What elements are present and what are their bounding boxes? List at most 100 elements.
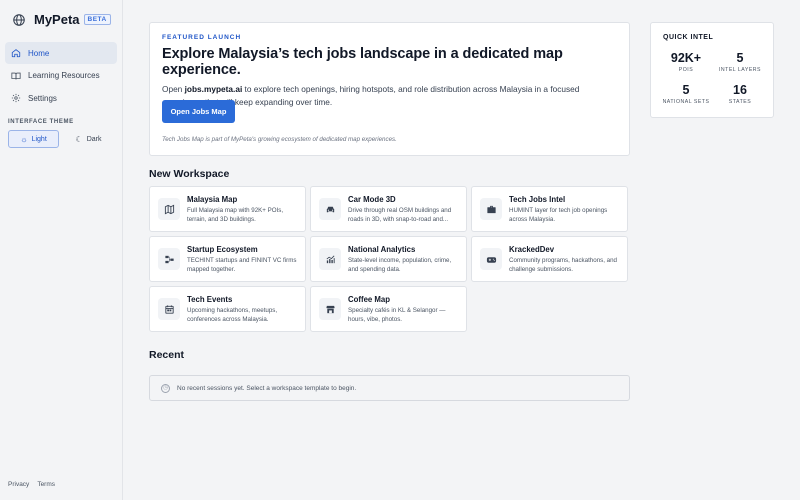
- car-icon: [326, 206, 334, 212]
- workspace-tile-car-mode-3d[interactable]: Car Mode 3D Drive through real OSM buildi…: [310, 186, 467, 232]
- tile-desc: Drive through real OSM buildings and roa…: [348, 207, 452, 223]
- workspace-tile-tech-jobs-intel[interactable]: Tech Jobs Intel HUMINT layer for tech job…: [471, 186, 628, 232]
- tile-desc: State-level income, population, crime, a…: [348, 257, 452, 273]
- theme-label: INTERFACE THEME: [8, 119, 74, 125]
- tile-icon-box: [319, 248, 341, 270]
- recent-empty-text: No recent sessions yet. Select a workspa…: [177, 384, 357, 392]
- tile-icon-box: [158, 198, 180, 220]
- tile-title: Startup Ecosystem: [187, 245, 258, 254]
- tile-text: Startup Ecosystem TECHINT startups and FI…: [187, 245, 299, 273]
- tile-icon-box: [480, 248, 502, 270]
- map-icon: [164, 204, 174, 214]
- tile-icon-box: [319, 298, 341, 320]
- tile-text: Car Mode 3D Drive through real OSM buildi…: [348, 195, 460, 223]
- featured-kicker: FEATURED LAUNCH: [162, 34, 242, 41]
- workspace-tile-coffee-map[interactable]: Coffee Map Specialty cafés in KL & Selang…: [310, 286, 467, 332]
- tile-desc: Specialty cafés in KL & Selangor — hours…: [348, 307, 446, 323]
- calendar-icon: [164, 304, 174, 314]
- moon-icon: ☾: [75, 134, 83, 144]
- recent-title: Recent: [149, 349, 185, 361]
- theme-toggle: ☼ Light ☾ Dark: [8, 130, 114, 148]
- workspace-tile-malaysia-map[interactable]: Malaysia Map Full Malaysia map with 92K+ …: [149, 186, 306, 232]
- theme-light-label: Light: [31, 135, 47, 143]
- tile-title: Car Mode 3D: [348, 195, 396, 204]
- tile-text: KrackedDev Community programs, hackathons…: [509, 245, 621, 273]
- tile-text: Coffee Map Specialty cafés in KL & Selang…: [348, 295, 460, 323]
- briefcase-icon: [486, 205, 496, 213]
- hero-title: Explore Malaysia’s tech jobs landscape i…: [162, 46, 563, 78]
- tile-text: Tech Events Upcoming hackathons, meetups,…: [187, 295, 299, 323]
- stat-label: NATIONAL SETS: [662, 99, 710, 105]
- stat-value: 5: [736, 51, 744, 65]
- theme-light-button[interactable]: ☼ Light: [8, 130, 59, 148]
- tile-icon-box: [480, 198, 502, 220]
- jobs-link[interactable]: jobs.mypeta.ai: [185, 84, 243, 94]
- recent-empty-state: ◷ No recent sessions yet. Select a works…: [149, 375, 630, 401]
- network-icon: [164, 255, 174, 263]
- beta-badge: BETA: [83, 14, 111, 25]
- stat-intel-layers: 5 INTEL LAYERS: [709, 51, 771, 73]
- gear-icon: [11, 93, 21, 103]
- hero-desc-prefix: Open: [162, 84, 185, 94]
- stat-value: 92K+: [670, 51, 702, 65]
- sidebar-item-settings[interactable]: Settings: [5, 87, 117, 109]
- sidebar-item-label: Settings: [28, 93, 57, 103]
- tile-title: National Analytics: [348, 245, 416, 254]
- tile-text: Tech Jobs Intel HUMINT layer for tech job…: [509, 195, 621, 223]
- workspace-tile-krackeddev[interactable]: KrackedDev Community programs, hackathons…: [471, 236, 628, 282]
- tile-title: Tech Events: [187, 295, 233, 304]
- sidebar-item-label: Learning Resources: [28, 71, 100, 80]
- tile-desc: Community programs, hackathons, and chal…: [509, 257, 617, 273]
- hero-note: Tech Jobs Map is part of MyPeta's growin…: [162, 136, 397, 143]
- brand[interactable]: MyPeta BETA: [12, 12, 111, 27]
- brand-name: MyPeta: [34, 12, 80, 27]
- gamepad-icon: [486, 256, 496, 263]
- tile-text: National Analytics State-level income, po…: [348, 245, 460, 273]
- tile-text: Malaysia Map Full Malaysia map with 92K+ …: [187, 195, 299, 223]
- stat-pois: 92K+ POIS: [655, 51, 717, 73]
- book-icon: [11, 72, 21, 79]
- workspace-tile-tech-events[interactable]: Tech Events Upcoming hackathons, meetups,…: [149, 286, 306, 332]
- terms-link[interactable]: Terms: [37, 481, 55, 488]
- sidebar: MyPeta BETA Home Learning Resources Sett…: [0, 0, 123, 500]
- theme-dark-button[interactable]: ☾ Dark: [63, 130, 114, 148]
- featured-launch-card: FEATURED LAUNCH Explore Malaysia’s tech …: [149, 22, 630, 156]
- stat-states: 16 STATES: [709, 83, 771, 105]
- clock-icon: ◷: [161, 383, 170, 393]
- sidebar-footer: Privacy Terms: [8, 481, 55, 488]
- analytics-icon: [326, 255, 335, 263]
- tile-title: KrackedDev: [509, 245, 555, 254]
- tile-desc: Upcoming hackathons, meetups, conference…: [187, 307, 278, 323]
- tile-title: Coffee Map: [348, 295, 391, 304]
- workspace-tile-national-analytics[interactable]: National Analytics State-level income, po…: [310, 236, 467, 282]
- store-icon: [325, 305, 335, 313]
- sidebar-item-label: Home: [28, 48, 50, 58]
- tile-icon-box: [158, 298, 180, 320]
- stat-national-sets: 5 NATIONAL SETS: [655, 83, 717, 105]
- privacy-link[interactable]: Privacy: [8, 481, 29, 488]
- home-icon: [11, 49, 21, 58]
- stat-label: INTEL LAYERS: [718, 67, 762, 73]
- theme-dark-label: Dark: [86, 135, 102, 143]
- tile-desc: Full Malaysia map with 92K+ POIs, terrai…: [187, 207, 284, 223]
- tile-desc: HUMINT layer for tech job openings acros…: [509, 207, 608, 223]
- stat-value: 16: [733, 83, 747, 97]
- tile-icon-box: [158, 248, 180, 270]
- quick-intel-card: QUICK INTEL 92K+ POIS 5 INTEL LAYERS 5 N…: [650, 22, 774, 118]
- tile-desc: TECHINT startups and FININT VC firms map…: [187, 257, 297, 273]
- new-workspace-title: New Workspace: [149, 168, 230, 180]
- stat-value: 5: [682, 83, 690, 97]
- globe-icon: [13, 13, 25, 26]
- sidebar-nav: Home Learning Resources Settings: [5, 42, 117, 110]
- tile-title: Malaysia Map: [187, 195, 238, 204]
- sun-icon: ☼: [20, 134, 28, 144]
- workspace-tile-startup-ecosystem[interactable]: Startup Ecosystem TECHINT startups and FI…: [149, 236, 306, 282]
- quick-intel-title: QUICK INTEL: [663, 34, 714, 41]
- sidebar-item-home[interactable]: Home: [5, 42, 117, 64]
- open-jobs-map-button[interactable]: Open Jobs Map: [162, 100, 235, 123]
- stat-label: STATES: [728, 99, 752, 105]
- sidebar-item-learning-resources[interactable]: Learning Resources: [5, 65, 117, 87]
- stat-label: POIS: [678, 67, 694, 73]
- tile-icon-box: [319, 198, 341, 220]
- tile-title: Tech Jobs Intel: [509, 195, 566, 204]
